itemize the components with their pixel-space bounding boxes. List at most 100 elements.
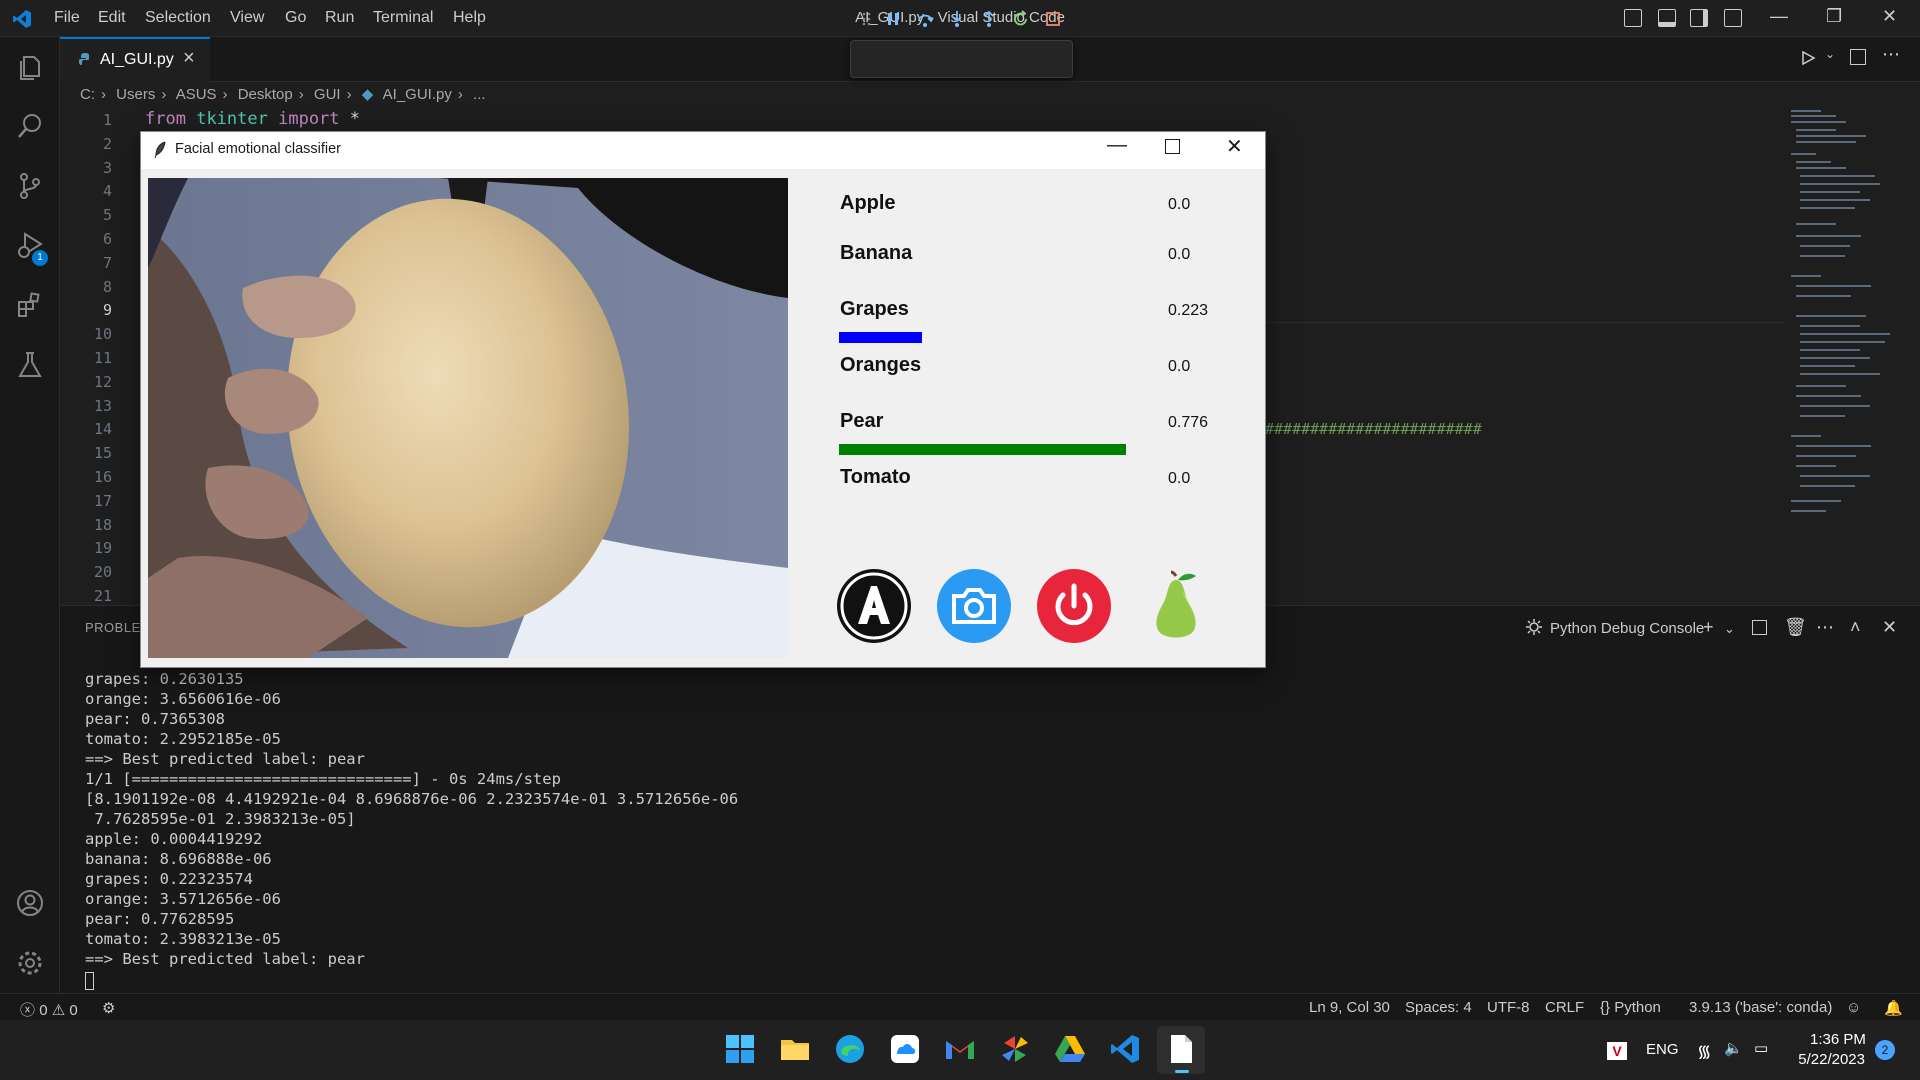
line-number: 3 <box>102 158 112 177</box>
restart-icon[interactable] <box>1012 10 1030 28</box>
more-actions-icon[interactable]: ⋯ <box>1882 44 1900 65</box>
account-icon[interactable] <box>15 888 45 918</box>
console-line: tomato: 2.2952185e-05 <box>85 730 281 748</box>
cursor-position[interactable]: Ln 9, Col 30 <box>1309 999 1390 1016</box>
close-panel-icon[interactable]: ✕ <box>1882 617 1897 638</box>
pause-icon[interactable] <box>884 10 902 28</box>
debug-status-icon[interactable]: ⚙ <box>102 999 115 1017</box>
line-number: 21 <box>93 587 112 605</box>
volume-icon[interactable]: 🔈 <box>1724 1039 1743 1057</box>
console-selector[interactable]: Python Debug Console <box>1550 620 1704 637</box>
tray-app-icon[interactable]: V <box>1607 1042 1627 1060</box>
line-number: 20 <box>93 563 112 582</box>
source-control-icon[interactable] <box>15 171 45 201</box>
tk-window-title: Facial emotional classifier <box>175 141 342 157</box>
eol-status[interactable]: CRLF <box>1545 999 1584 1016</box>
line-number: 16 <box>93 468 112 486</box>
photos-icon[interactable] <box>998 1032 1032 1066</box>
camera-button[interactable] <box>936 568 1012 644</box>
close-window-icon[interactable]: ✕ <box>1882 6 1897 27</box>
debug-badge: 1 <box>32 250 48 266</box>
pear-icon[interactable] <box>1138 568 1214 644</box>
new-terminal-icon[interactable]: + <box>1703 617 1714 638</box>
wifi-icon[interactable]: ᯾ <box>1697 1039 1711 1062</box>
split-editor-icon[interactable] <box>1850 49 1866 65</box>
language-mode[interactable]: {} Python <box>1600 999 1661 1016</box>
fruit-value: 0.776 <box>1168 414 1209 431</box>
fruit-name: Apple <box>840 192 896 214</box>
trash-icon[interactable]: 🗑 <box>1784 617 1807 638</box>
cloud-app-icon[interactable] <box>888 1032 922 1066</box>
tk-minimize-icon[interactable]: — <box>1107 134 1127 157</box>
breadcrumb-file[interactable]: AI_GUI.py <box>383 86 452 103</box>
debug-toolbar <box>850 40 1073 78</box>
customize-layout-icon[interactable] <box>1724 9 1742 27</box>
toggle-sidebar-icon[interactable] <box>1624 9 1642 27</box>
vscode-icon[interactable] <box>1108 1032 1142 1066</box>
debug-console-icon <box>1526 619 1542 635</box>
feedback-icon[interactable]: ☺ <box>1846 999 1861 1016</box>
breadcrumb-c[interactable]: C: <box>80 86 95 103</box>
run-file-icon[interactable] <box>1800 50 1816 66</box>
step-over-icon[interactable] <box>916 10 934 28</box>
letter-a-button[interactable] <box>836 568 912 644</box>
power-button[interactable] <box>1036 568 1112 644</box>
keyword-from: from <box>145 109 186 129</box>
warning-icon: ⚠ <box>51 1002 66 1019</box>
more-actions-icon[interactable]: ⋯ <box>1816 617 1834 638</box>
drag-handle-icon[interactable] <box>858 10 876 28</box>
breadcrumb-desktop[interactable]: Desktop <box>238 86 293 103</box>
notifications-bell-icon[interactable]: 🔔 <box>1884 999 1903 1017</box>
line-number: 14 <box>93 420 112 439</box>
breadcrumb-symbol[interactable]: ... <box>473 86 486 103</box>
code-line-1[interactable]: from tkinter import * <box>145 109 360 129</box>
battery-icon[interactable]: ▭ <box>1754 1039 1768 1057</box>
console-line: orange: 3.6560616e-06 <box>85 690 281 708</box>
stop-icon[interactable] <box>1044 10 1062 28</box>
breadcrumb-users[interactable]: Users <box>116 86 155 103</box>
breadcrumb-gui[interactable]: GUI <box>314 86 341 103</box>
step-out-icon[interactable] <box>980 10 998 28</box>
settings-gear-icon[interactable] <box>15 948 45 978</box>
edge-icon[interactable] <box>833 1032 867 1066</box>
fruit-name: Grapes <box>840 298 909 320</box>
encoding-status[interactable]: UTF-8 <box>1487 999 1530 1016</box>
windows-start-icon[interactable] <box>723 1032 757 1066</box>
extensions-icon[interactable] <box>15 290 45 320</box>
step-into-icon[interactable] <box>948 10 966 28</box>
tab-close-icon[interactable]: × <box>183 47 195 70</box>
gmail-icon[interactable] <box>943 1032 977 1066</box>
explorer-icon[interactable] <box>15 52 45 82</box>
testing-icon[interactable] <box>15 350 45 380</box>
google-drive-icon[interactable] <box>1053 1032 1087 1066</box>
toggle-secondary-sidebar-icon[interactable] <box>1690 9 1708 27</box>
file-explorer-icon[interactable] <box>778 1032 812 1066</box>
python-interpreter[interactable]: 3.9.13 ('base': conda) <box>1689 999 1832 1016</box>
clock-date[interactable]: 5/22/2023 <box>1790 1051 1865 1068</box>
console-line: orange: 3.5712656e-06 <box>85 890 281 908</box>
minimize-icon[interactable]: — <box>1770 6 1788 27</box>
maximize-panel-icon[interactable]: ˄ <box>1850 617 1861 638</box>
notification-count-badge[interactable]: 2 <box>1875 1040 1895 1060</box>
tk-close-icon[interactable]: ✕ <box>1226 134 1243 159</box>
language-indicator[interactable]: ENG <box>1646 1041 1679 1058</box>
notepad-icon[interactable] <box>1164 1032 1198 1066</box>
warning-count: 0 <box>69 1002 78 1019</box>
problems-status[interactable]: ⓧ 0 ⚠ 0 <box>20 999 78 1020</box>
indentation-status[interactable]: Spaces: 4 <box>1405 999 1472 1016</box>
toggle-panel-icon[interactable] <box>1658 9 1676 27</box>
split-terminal-icon[interactable] <box>1752 620 1767 635</box>
search-icon[interactable] <box>15 111 45 141</box>
terminal-cursor[interactable] <box>85 972 94 990</box>
tk-maximize-icon[interactable] <box>1165 139 1180 154</box>
tab-label: AI_GUI.py <box>100 51 174 68</box>
restore-icon[interactable]: ❐ <box>1826 6 1842 27</box>
clock-time[interactable]: 1:36 PM <box>1810 1031 1866 1048</box>
run-dropdown-icon[interactable]: ⌄ <box>1825 47 1835 61</box>
console-line: 1/1 [==============================] - 0… <box>85 770 561 788</box>
console-line: pear: 0.7365308 <box>85 710 225 728</box>
minimap[interactable] <box>1788 105 1908 525</box>
line-number: 6 <box>102 230 112 248</box>
terminal-dropdown-icon[interactable]: ⌄ <box>1724 621 1735 637</box>
breadcrumb-asus[interactable]: ASUS <box>176 86 217 103</box>
